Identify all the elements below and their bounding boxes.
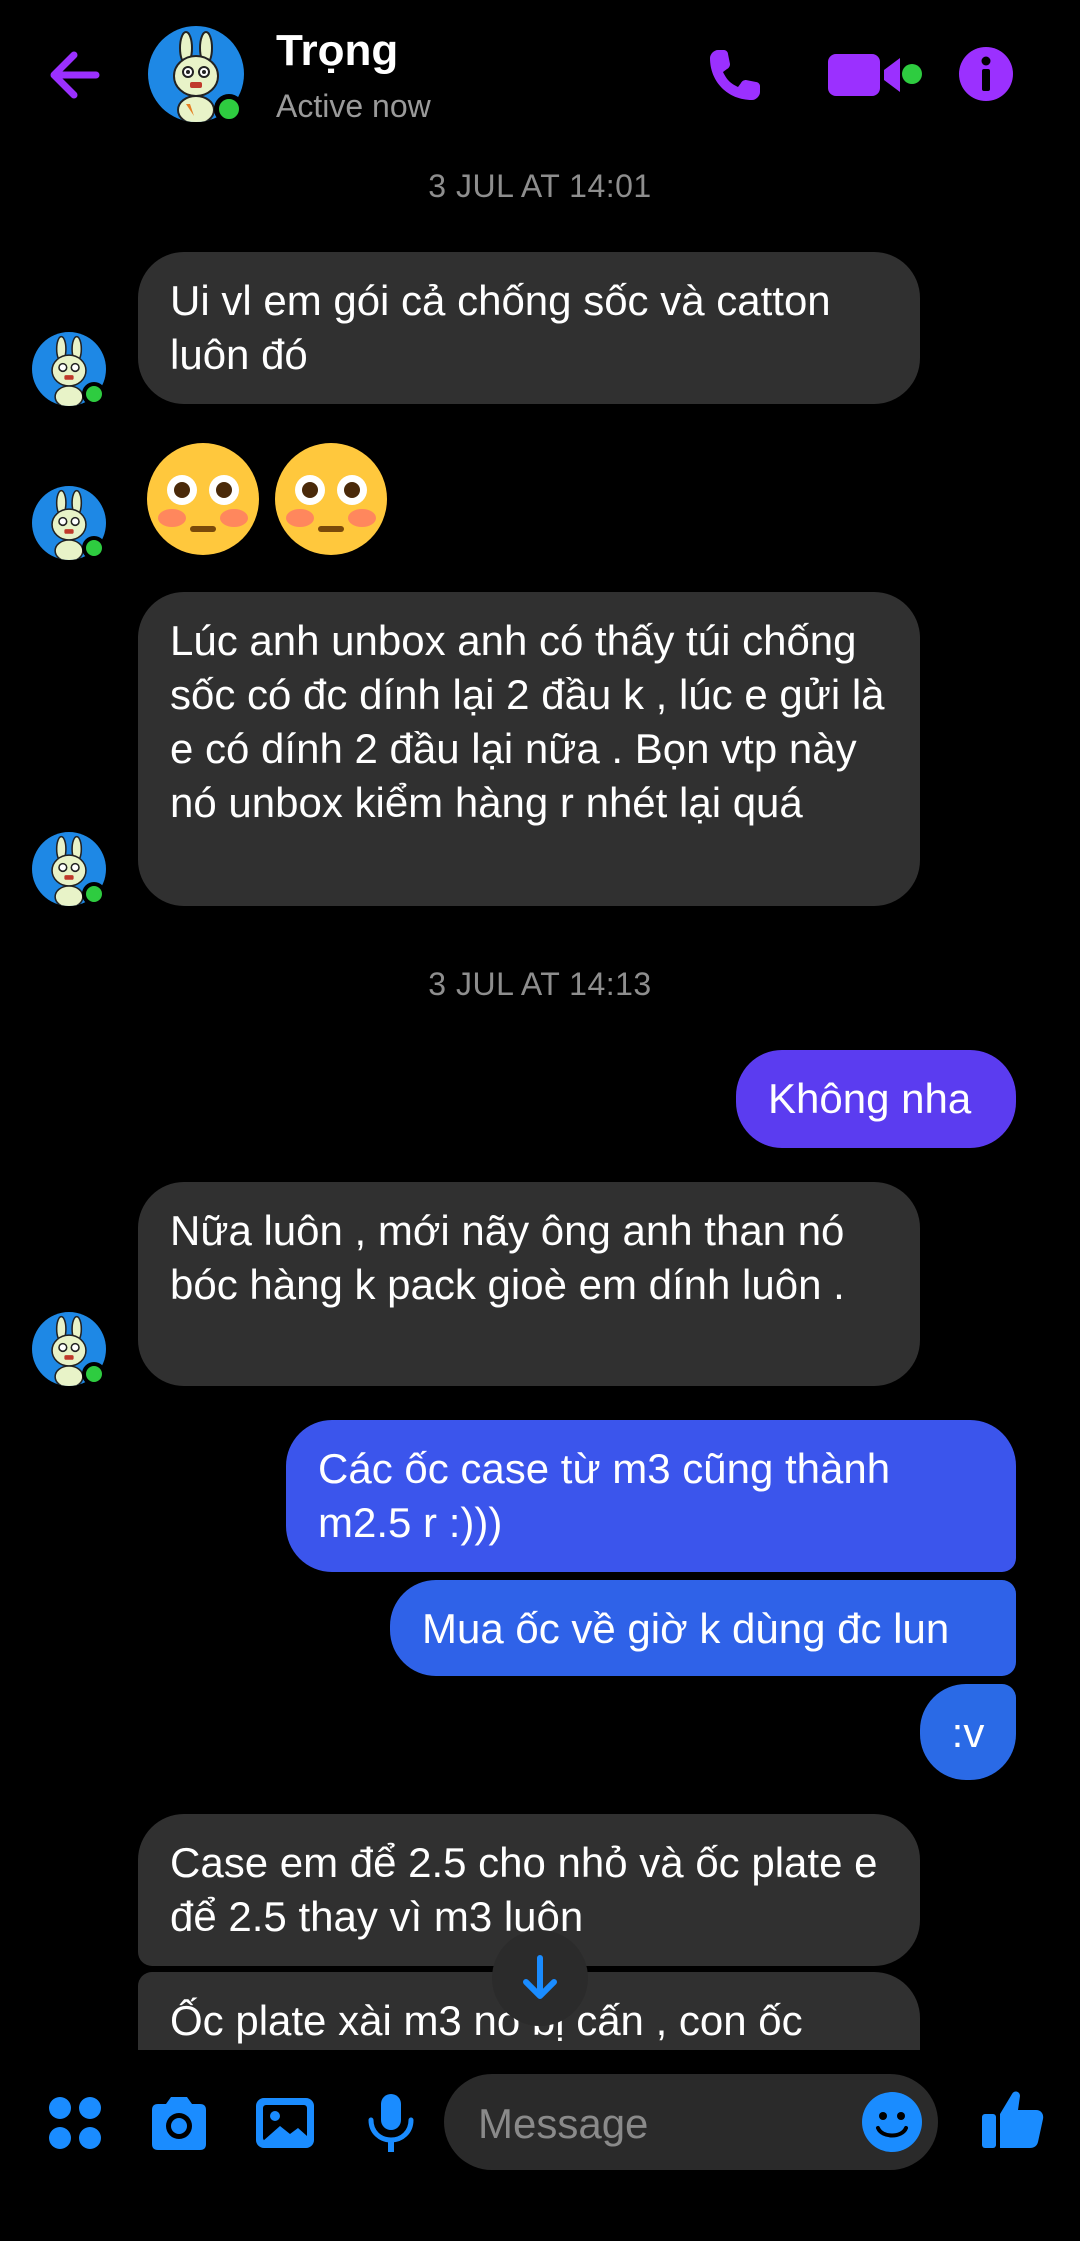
- online-indicator: [214, 94, 244, 124]
- message-input[interactable]: [476, 2098, 840, 2150]
- message-text: Các ốc case từ m3 cũng thành m2.5 r :))): [318, 1445, 891, 1546]
- online-indicator: [82, 536, 106, 560]
- message-text: Nữa luôn , mới nãy ông anh than nó bóc h…: [170, 1207, 845, 1308]
- camera-icon[interactable]: [144, 2088, 214, 2158]
- message-text: Mua ốc về giờ k dùng đc lun: [422, 1605, 950, 1652]
- online-indicator: [82, 882, 106, 906]
- flushed-face-emoji[interactable]: [272, 440, 390, 558]
- incoming-message[interactable]: Lúc anh unbox anh có thấy túi chống sốc …: [138, 592, 920, 906]
- arrow-down-icon: [523, 1955, 557, 1999]
- message-text: Không nha: [768, 1075, 972, 1122]
- video-online-dot: [902, 64, 922, 84]
- online-indicator: [82, 1362, 106, 1386]
- online-indicator: [82, 382, 106, 406]
- incoming-message[interactable]: Nữa luôn , mới nãy ông anh than nó bóc h…: [138, 1182, 920, 1386]
- outgoing-message[interactable]: Mua ốc về giờ k dùng đc lun: [390, 1580, 1016, 1676]
- message-text: Ui vl em gói cả chống sốc và catton luôn…: [170, 277, 831, 378]
- apps-icon[interactable]: [40, 2088, 110, 2158]
- scroll-to-bottom-button[interactable]: [492, 1930, 588, 2026]
- contact-status: Active now: [276, 88, 431, 124]
- outgoing-message[interactable]: Các ốc case từ m3 cũng thành m2.5 r :))): [286, 1420, 1016, 1572]
- gallery-icon[interactable]: [250, 2088, 320, 2158]
- microphone-icon[interactable]: [356, 2088, 426, 2158]
- thumbs-up-icon[interactable]: [978, 2084, 1048, 2154]
- contact-name[interactable]: Trọng: [276, 26, 398, 76]
- timestamp: 3 JUL AT 14:13: [428, 966, 652, 1002]
- emoji-icon[interactable]: [860, 2090, 924, 2154]
- message-text: Lúc anh unbox anh có thấy túi chống sốc …: [170, 617, 885, 826]
- incoming-message[interactable]: Ui vl em gói cả chống sốc và catton luôn…: [138, 252, 920, 404]
- chat-header: Trọng Active now: [0, 0, 1080, 150]
- message-text: :v: [951, 1709, 985, 1756]
- phone-icon[interactable]: [700, 40, 770, 110]
- flushed-face-emoji[interactable]: [144, 440, 262, 558]
- message-text: Case em để 2.5 cho nhỏ và ốc plate e để …: [170, 1839, 878, 1940]
- timestamp: 3 JUL AT 14:01: [428, 168, 652, 204]
- back-arrow-icon[interactable]: [40, 40, 110, 110]
- info-icon[interactable]: [958, 46, 1014, 102]
- outgoing-message[interactable]: Không nha: [736, 1050, 1016, 1148]
- outgoing-message[interactable]: :v: [920, 1684, 1016, 1780]
